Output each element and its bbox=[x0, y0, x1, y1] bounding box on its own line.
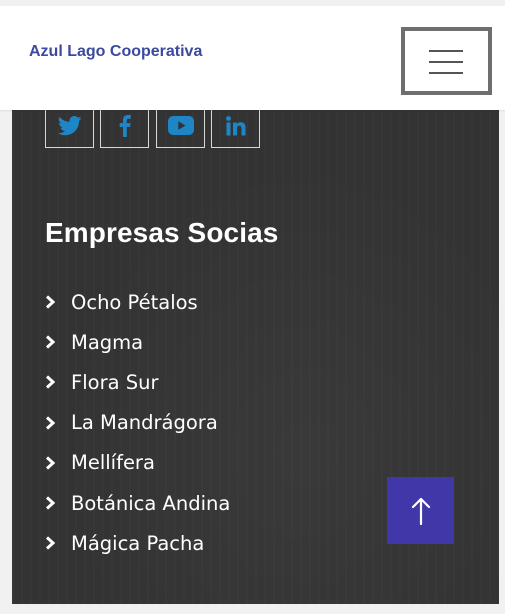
menu-toggle-button[interactable] bbox=[401, 27, 492, 95]
linkedin-icon bbox=[225, 115, 245, 135]
twitter-icon bbox=[57, 115, 81, 135]
youtube-icon bbox=[167, 116, 194, 135]
arrow-up-icon bbox=[411, 497, 430, 525]
site-header: Azul Lago Cooperativa bbox=[0, 6, 505, 110]
chevron-right-icon bbox=[45, 295, 56, 309]
chevron-right-icon bbox=[45, 416, 56, 430]
youtube-link[interactable] bbox=[156, 104, 205, 148]
list-item: Ocho Pétalos bbox=[45, 282, 230, 322]
chevron-right-icon bbox=[45, 375, 56, 390]
list-item: Mellífera bbox=[45, 443, 230, 483]
partner-link[interactable]: Ocho Pétalos bbox=[71, 291, 198, 314]
linkedin-link[interactable] bbox=[211, 104, 260, 148]
list-item: Flora Sur bbox=[45, 362, 230, 402]
list-item: Botánica Andina bbox=[45, 483, 230, 523]
partners-list: Ocho Pétalos Magma Flora Sur La Mandrágo… bbox=[45, 282, 230, 563]
twitter-link[interactable] bbox=[45, 104, 94, 148]
partner-link[interactable]: Flora Sur bbox=[71, 371, 158, 394]
chevron-right-icon bbox=[45, 536, 56, 550]
partner-link[interactable]: Mellífera bbox=[71, 451, 155, 474]
partner-link[interactable]: Magma bbox=[71, 331, 143, 354]
section-title-empresas-socias: Empresas Socias bbox=[45, 217, 279, 248]
chevron-right-icon bbox=[45, 335, 56, 349]
list-item: Mágica Pacha bbox=[45, 523, 230, 563]
partner-link[interactable]: Botánica Andina bbox=[71, 492, 230, 515]
list-item: La Mandrágora bbox=[45, 403, 230, 443]
list-item: Magma bbox=[45, 322, 230, 362]
brand-logo-link[interactable]: Azul Lago Cooperativa bbox=[29, 43, 202, 61]
facebook-icon bbox=[119, 114, 131, 137]
partner-link[interactable]: Mágica Pacha bbox=[71, 532, 204, 555]
partner-link[interactable]: La Mandrágora bbox=[71, 411, 218, 434]
facebook-link[interactable] bbox=[100, 104, 149, 148]
chevron-right-icon bbox=[45, 496, 56, 510]
scroll-to-top-button[interactable] bbox=[387, 477, 454, 544]
chevron-right-icon bbox=[45, 456, 56, 470]
